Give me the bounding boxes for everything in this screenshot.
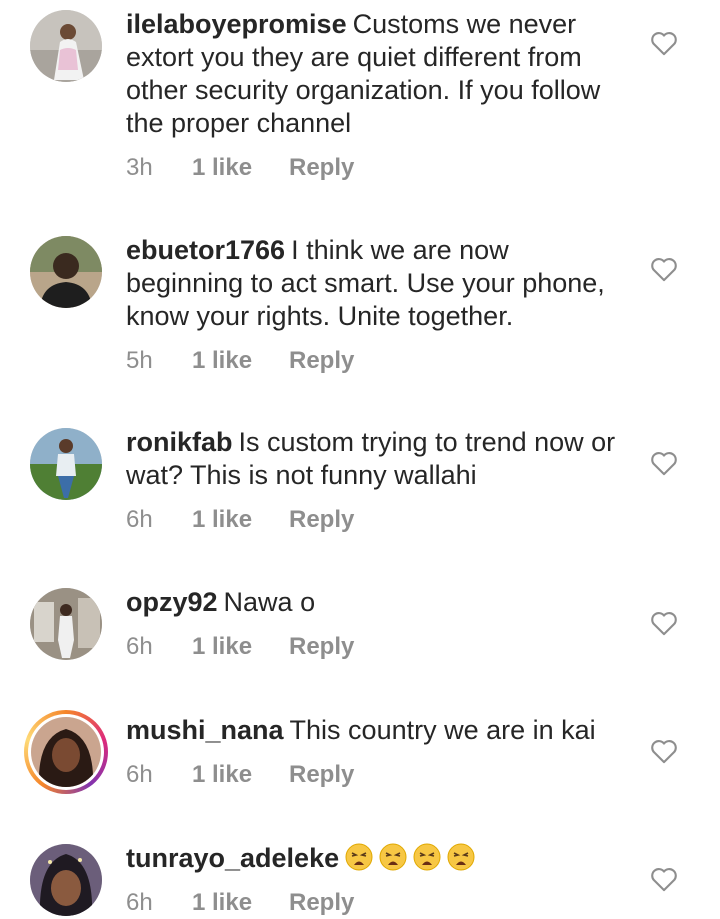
avatar[interactable] (30, 428, 102, 500)
comment-body: mushi_nana This country we are in kai (126, 714, 626, 747)
reply-button[interactable]: Reply (289, 347, 354, 375)
weary-face-emoji (345, 843, 373, 871)
reply-button[interactable]: Reply (289, 761, 354, 789)
comment-username[interactable]: ronikfab (126, 427, 233, 457)
comment-likes[interactable]: 1 like (192, 889, 289, 917)
comment-item: ilelaboyepromise Customs we never extort … (0, 0, 720, 200)
reply-button[interactable]: Reply (289, 633, 354, 661)
user-avatar-icon (30, 236, 102, 308)
comment-time: 6h (126, 889, 153, 916)
heart-outline-icon[interactable] (650, 738, 678, 764)
avatar[interactable] (30, 844, 102, 916)
heart-outline-icon[interactable] (650, 30, 678, 56)
comment-meta: 6h 1 like Reply (126, 889, 354, 917)
comment-likes[interactable]: 1 like (192, 154, 289, 182)
user-avatar-icon (30, 428, 102, 500)
comment-meta: 6h 1 like Reply (126, 506, 354, 534)
comment-meta: 3h 1 like Reply (126, 154, 354, 182)
comment-username[interactable]: opzy92 (126, 587, 218, 617)
weary-face-emoji (379, 843, 407, 871)
comment-username[interactable]: ebuetor1766 (126, 235, 285, 265)
weary-face-emoji (447, 843, 475, 871)
avatar[interactable] (30, 588, 102, 660)
comment-body: ebuetor1766 I think we are now beginning … (126, 234, 626, 333)
user-avatar-icon (30, 10, 102, 82)
comment-username[interactable]: mushi_nana (126, 715, 284, 745)
user-avatar-icon (31, 717, 101, 787)
comment-item: mushi_nana This country we are in kai 6h … (0, 706, 720, 826)
emoji-row (345, 843, 481, 873)
avatar (31, 717, 101, 787)
comment-body: opzy92 Nawa o (126, 586, 626, 619)
comment-item: opzy92 Nawa o 6h 1 like Reply (0, 578, 720, 688)
comment-likes[interactable]: 1 like (192, 761, 289, 789)
heart-outline-icon[interactable] (650, 450, 678, 476)
comment-body: tunrayo_adeleke😩😩😩😩 (126, 842, 626, 875)
reply-button[interactable]: Reply (289, 889, 354, 917)
heart-outline-icon[interactable] (650, 256, 678, 282)
comment-likes[interactable]: 1 like (192, 506, 289, 534)
user-avatar-icon (30, 588, 102, 660)
heart-outline-icon[interactable] (650, 610, 678, 636)
comment-meta: 6h 1 like Reply (126, 633, 354, 661)
comment-likes[interactable]: 1 like (192, 347, 289, 375)
comment-meta: 6h 1 like Reply (126, 761, 354, 789)
comment-item: ebuetor1766 I think we are now beginning … (0, 226, 720, 396)
weary-face-emoji (413, 843, 441, 871)
comment-item: ronikfab Is custom trying to trend now or… (0, 418, 720, 558)
heart-outline-icon[interactable] (650, 866, 678, 892)
reply-button[interactable]: Reply (289, 154, 354, 182)
avatar-ring-gap (28, 714, 104, 790)
reply-button[interactable]: Reply (289, 506, 354, 534)
comment-time: 6h (126, 506, 153, 533)
avatar[interactable] (30, 10, 102, 82)
comment-item: tunrayo_adeleke😩😩😩😩 6h 1 like Reply (0, 834, 720, 919)
comment-meta: 5h 1 like Reply (126, 347, 354, 375)
comment-time: 6h (126, 761, 153, 788)
comment-time: 3h (126, 154, 153, 181)
user-avatar-icon (30, 844, 102, 916)
comment-likes[interactable]: 1 like (192, 633, 289, 661)
comment-username[interactable]: tunrayo_adeleke (126, 843, 339, 873)
comment-time: 5h (126, 347, 153, 374)
avatar-story-ring[interactable] (24, 710, 108, 794)
comment-body: ilelaboyepromise Customs we never extort … (126, 8, 626, 140)
comment-body: ronikfab Is custom trying to trend now or… (126, 426, 626, 492)
comment-time: 6h (126, 633, 153, 660)
comment-text: This country we are in kai (289, 715, 596, 745)
avatar[interactable] (30, 236, 102, 308)
comment-username[interactable]: ilelaboyepromise (126, 9, 347, 39)
comment-text: Nawa o (223, 587, 316, 617)
